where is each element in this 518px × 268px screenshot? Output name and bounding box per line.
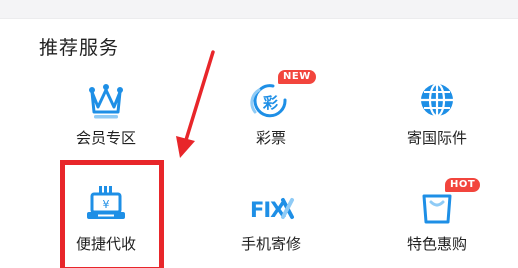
lottery-icon-text: 彩 (262, 94, 278, 112)
service-label: 手机寄修 (240, 235, 301, 253)
top-divider (0, 0, 518, 19)
service-label: 会员专区 (75, 129, 136, 147)
service-label: 彩票 (255, 129, 286, 147)
highlight-box (60, 160, 164, 268)
hot-badge: HOT (445, 178, 481, 192)
service-member-zone[interactable]: 会员专区 (31, 78, 181, 168)
service-phone-repair[interactable]: FIX 手机寄修 (196, 184, 346, 268)
new-badge: NEW (278, 70, 316, 84)
service-lottery[interactable]: 彩 NEW 彩票 (196, 70, 346, 168)
fix-tools-icon: FIX (243, 184, 299, 232)
fix-text: FIX (250, 198, 286, 222)
service-special-deals[interactable]: HOT 特色惠购 (362, 178, 512, 268)
globe-icon (409, 78, 465, 126)
lottery-icon: 彩 (243, 78, 299, 126)
crown-icon (78, 78, 134, 126)
service-label: 寄国际件 (406, 129, 467, 147)
service-label: 特色惠购 (406, 235, 467, 253)
service-international-shipping[interactable]: 寄国际件 (362, 78, 512, 168)
section-title: 推荐服务 (39, 37, 120, 59)
